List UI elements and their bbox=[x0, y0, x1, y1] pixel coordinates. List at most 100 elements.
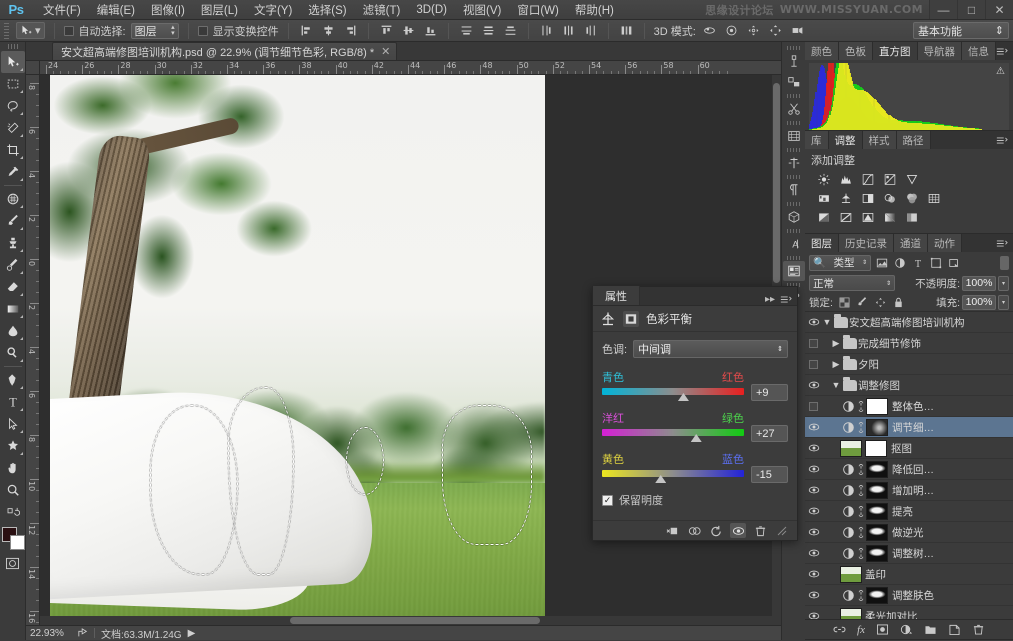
auto-select-dropdown[interactable]: 图层 ▴▾ bbox=[131, 23, 179, 39]
new-layer-icon[interactable] bbox=[948, 624, 961, 635]
histogram-display[interactable]: ⚠ bbox=[805, 60, 1013, 130]
horizontal-scroll-thumb[interactable] bbox=[290, 617, 540, 624]
layer-group-disclosure-icon[interactable]: ▶ bbox=[831, 338, 841, 349]
menu-layer[interactable]: 图层(L) bbox=[193, 0, 246, 20]
distribute-bottom-icon[interactable] bbox=[502, 22, 519, 39]
layer-visibility-eye-icon[interactable] bbox=[805, 590, 822, 600]
layer-mask-link-icon[interactable] bbox=[857, 464, 866, 475]
menu-type[interactable]: 文字(Y) bbox=[246, 0, 300, 20]
properties-icon[interactable] bbox=[783, 261, 805, 281]
view-previous-state-icon[interactable] bbox=[686, 523, 702, 538]
filter-pixel-icon[interactable] bbox=[874, 255, 889, 271]
levels-icon[interactable] bbox=[837, 171, 854, 187]
menu-file[interactable]: 文件(F) bbox=[35, 0, 89, 20]
layer-group-disclosure-icon[interactable]: ▶ bbox=[831, 359, 841, 370]
eyedropper-tool[interactable] bbox=[1, 161, 25, 183]
maximize-button[interactable]: □ bbox=[957, 0, 985, 19]
layer-mask-link-icon[interactable] bbox=[857, 506, 866, 517]
layer-mask-thumbnail[interactable] bbox=[866, 545, 888, 562]
photo-filter-icon[interactable] bbox=[881, 190, 898, 206]
dock-grip-6[interactable] bbox=[787, 202, 801, 206]
layer-visibility-off-icon[interactable] bbox=[805, 339, 822, 348]
glyphs-icon[interactable]: A bbox=[783, 234, 805, 254]
brightness-contrast-icon[interactable] bbox=[815, 171, 832, 187]
lock-transparent-icon[interactable] bbox=[838, 295, 851, 309]
exposure-icon[interactable] bbox=[881, 171, 898, 187]
layer-row[interactable]: 盖印 bbox=[805, 564, 1013, 585]
layer-visibility-eye-icon[interactable] bbox=[805, 548, 822, 558]
hue-saturation-icon[interactable] bbox=[815, 190, 832, 206]
spot-healing-brush-tool[interactable] bbox=[1, 188, 25, 210]
invert-icon[interactable] bbox=[815, 209, 832, 225]
options-bar-grip[interactable] bbox=[4, 23, 9, 39]
layer-row[interactable]: ▶夕阳 bbox=[805, 354, 1013, 375]
current-tool-button[interactable]: ▾ bbox=[16, 22, 45, 39]
paragraph-icon[interactable] bbox=[783, 180, 805, 200]
tab-navigator[interactable]: 导航器 bbox=[918, 42, 963, 60]
document-canvas[interactable] bbox=[50, 75, 545, 625]
move-tool[interactable] bbox=[1, 51, 25, 73]
layer-row[interactable]: 降低回… bbox=[805, 459, 1013, 480]
layer-visibility-eye-icon[interactable] bbox=[805, 422, 822, 432]
filter-adjustment-icon[interactable] bbox=[892, 255, 907, 271]
layer-mask-link-icon[interactable] bbox=[857, 401, 866, 412]
lock-all-icon[interactable] bbox=[892, 295, 905, 309]
layer-mask-thumbnail[interactable] bbox=[866, 461, 888, 478]
history-brush-tool[interactable] bbox=[1, 254, 25, 276]
menu-image[interactable]: 图像(I) bbox=[143, 0, 193, 20]
tab-actions[interactable]: 动作 bbox=[928, 234, 962, 252]
layer-row[interactable]: 调节细… bbox=[805, 417, 1013, 438]
opacity-value[interactable]: 100% bbox=[962, 276, 996, 291]
layer-row[interactable]: 调整肤色 bbox=[805, 585, 1013, 606]
distribute-vertical-center-icon[interactable] bbox=[480, 22, 497, 39]
layer-row[interactable]: ▼安文超高端修图培训机构 bbox=[805, 312, 1013, 333]
gradient-map-icon[interactable] bbox=[881, 209, 898, 225]
magenta-green-slider[interactable]: 洋红 绿色 bbox=[602, 410, 744, 424]
fill-value[interactable]: 100% bbox=[962, 295, 996, 310]
layer-visibility-eye-icon[interactable] bbox=[805, 317, 822, 327]
layer-style-fx-icon[interactable]: fx bbox=[857, 624, 865, 636]
custom-shape-tool[interactable] bbox=[1, 435, 25, 457]
eraser-tool[interactable] bbox=[1, 276, 25, 298]
menu-3d[interactable]: 3D(D) bbox=[408, 2, 455, 18]
filter-type-icon[interactable]: T bbox=[910, 255, 925, 271]
layer-mask-thumbnail[interactable] bbox=[866, 419, 888, 436]
tab-layers[interactable]: 图层 bbox=[805, 234, 839, 252]
histogram-panel-menu-icon[interactable] bbox=[996, 42, 1013, 60]
histogram-warning-icon[interactable]: ⚠ bbox=[996, 66, 1005, 77]
layer-row[interactable]: ▼调整修图 bbox=[805, 375, 1013, 396]
selective-color-icon[interactable] bbox=[903, 209, 920, 225]
layer-mask-link-icon[interactable] bbox=[857, 527, 866, 538]
reset-icon[interactable] bbox=[708, 523, 724, 538]
vertical-scroll-thumb[interactable] bbox=[773, 83, 780, 283]
quick-selection-tool[interactable] bbox=[1, 117, 25, 139]
clone-source-icon[interactable] bbox=[783, 72, 805, 92]
minimize-button[interactable]: — bbox=[929, 0, 957, 19]
workspace-dropdown[interactable]: 基本功能 ⇕ bbox=[913, 22, 1009, 39]
opacity-stepper[interactable]: ▾ bbox=[998, 276, 1009, 291]
align-horizontal-centers-icon[interactable] bbox=[320, 22, 337, 39]
document-tab[interactable]: 安文超高端修图培训机构.psd @ 22.9% (调节细节色彩, RGB/8) … bbox=[52, 42, 397, 60]
blend-mode-dropdown[interactable]: 正常 ⇕ bbox=[809, 275, 895, 291]
menu-help[interactable]: 帮助(H) bbox=[567, 0, 622, 20]
layer-mask-thumbnail[interactable] bbox=[866, 482, 888, 499]
clip-to-layer-icon[interactable] bbox=[664, 523, 680, 538]
layer-visibility-eye-icon[interactable] bbox=[805, 464, 822, 474]
tab-history[interactable]: 历史记录 bbox=[839, 234, 894, 252]
tab-properties[interactable]: 属性 bbox=[593, 286, 640, 305]
3d-orbit-icon[interactable] bbox=[701, 22, 718, 39]
layer-thumbnail[interactable] bbox=[840, 440, 862, 457]
character-icon[interactable] bbox=[783, 153, 805, 173]
vibrance-icon[interactable] bbox=[903, 171, 920, 187]
menu-select[interactable]: 选择(S) bbox=[300, 0, 354, 20]
color-lookup-icon[interactable] bbox=[925, 190, 942, 206]
preserve-luminosity-checkbox[interactable]: ✓ bbox=[602, 495, 613, 506]
filter-smart-icon[interactable] bbox=[946, 255, 961, 271]
tab-histogram[interactable]: 直方图 bbox=[873, 42, 918, 60]
align-left-edges-icon[interactable] bbox=[298, 22, 315, 39]
layer-row[interactable]: 增加明… bbox=[805, 480, 1013, 501]
layer-mask-thumbnail[interactable] bbox=[866, 524, 888, 541]
tab-styles[interactable]: 样式 bbox=[863, 131, 897, 149]
cyan-red-slider[interactable]: 青色 红色 bbox=[602, 369, 744, 383]
menu-view[interactable]: 视图(V) bbox=[455, 0, 509, 20]
